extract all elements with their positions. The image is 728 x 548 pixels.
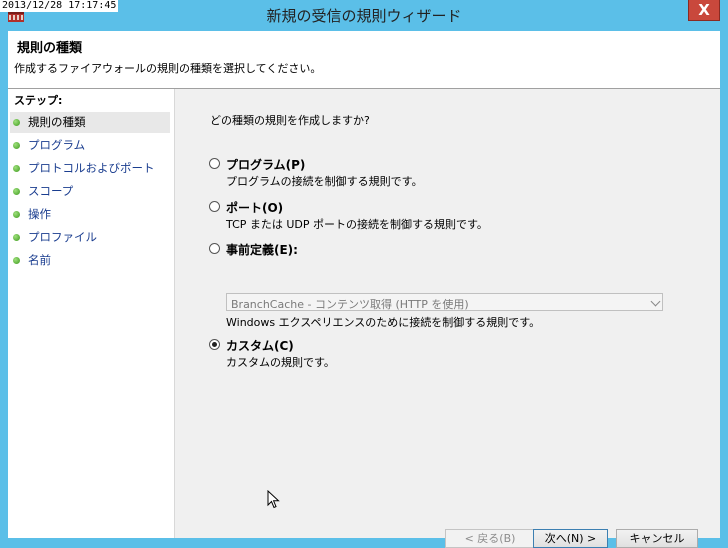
- step-status-icon: [13, 257, 20, 264]
- option-custom-desc: カスタムの規則です。: [226, 356, 335, 369]
- step-status-icon: [13, 142, 20, 149]
- option-port-desc: TCP または UDP ポートの接続を制御する規則です。: [226, 218, 488, 231]
- cancel-button[interactable]: キャンセル: [616, 529, 698, 548]
- step-profile[interactable]: プロファイル: [10, 227, 170, 248]
- page-title: 規則の種類: [17, 41, 83, 56]
- predefined-select: BranchCache - コンテンツ取得 (HTTP を使用): [226, 293, 663, 311]
- next-button[interactable]: 次へ(N) >: [533, 529, 608, 548]
- wizard-header: 規則の種類 作成するファイアウォールの規則の種類を選択してください。: [8, 31, 720, 89]
- radio-predefined[interactable]: [209, 243, 220, 254]
- option-program-desc: プログラムの接続を制御する規則です。: [226, 175, 423, 188]
- step-scope[interactable]: スコープ: [10, 181, 170, 202]
- step-label: プログラム: [28, 138, 86, 152]
- step-rule-type: 規則の種類: [10, 112, 170, 133]
- option-predefined-desc: Windows エクスペリエンスのために接続を制御する規則です。: [226, 316, 541, 329]
- wizard-window: 2013/12/28 17:17:45 新規の受信の規則ウィザード X 規則の種…: [0, 0, 728, 548]
- back-button[interactable]: < 戻る(B): [445, 529, 535, 548]
- step-protocol-port[interactable]: プロトコルおよびポート: [10, 158, 170, 179]
- chevron-down-icon: [650, 296, 661, 307]
- steps-heading: ステップ:: [14, 94, 63, 107]
- step-program[interactable]: プログラム: [10, 135, 170, 156]
- step-label: 規則の種類: [28, 115, 86, 129]
- page-subtitle: 作成するファイアウォールの規則の種類を選択してください。: [14, 62, 322, 75]
- step-name[interactable]: 名前: [10, 250, 170, 271]
- option-port-label[interactable]: ポート(O): [226, 199, 283, 216]
- option-custom-label[interactable]: カスタム(C): [226, 337, 294, 354]
- step-label: 名前: [28, 253, 51, 267]
- question-text: どの種類の規則を作成しますか?: [210, 114, 370, 127]
- step-status-icon: [13, 188, 20, 195]
- step-label: 操作: [28, 207, 51, 221]
- option-program-label[interactable]: プログラム(P): [226, 156, 305, 173]
- step-status-icon: [13, 119, 20, 126]
- step-label: プロファイル: [28, 230, 97, 244]
- close-button[interactable]: X: [688, 0, 720, 21]
- wizard-content: どの種類の規則を作成しますか? プログラム(P) プログラムの接続を制御する規則…: [175, 89, 720, 548]
- mouse-pointer-icon: [267, 490, 280, 509]
- radio-custom[interactable]: [209, 339, 220, 350]
- step-label: スコープ: [28, 184, 74, 198]
- radio-port[interactable]: [209, 201, 220, 212]
- window-title: 新規の受信の規則ウィザード: [266, 7, 462, 25]
- option-predefined-label[interactable]: 事前定義(E):: [226, 241, 298, 258]
- step-status-icon: [13, 234, 20, 241]
- step-action[interactable]: 操作: [10, 204, 170, 225]
- step-label: プロトコルおよびポート: [28, 161, 155, 175]
- radio-program[interactable]: [209, 158, 220, 169]
- step-status-icon: [13, 165, 20, 172]
- predefined-select-value: BranchCache - コンテンツ取得 (HTTP を使用): [231, 298, 469, 311]
- steps-sidebar: ステップ: 規則の種類 プログラム プロトコルおよびポート スコープ 操作 プロ…: [8, 89, 175, 538]
- wizard-client-area: 規則の種類 作成するファイアウォールの規則の種類を選択してください。 ステップ:…: [8, 31, 720, 548]
- title-bar[interactable]: 2013/12/28 17:17:45 新規の受信の規則ウィザード X: [0, 0, 728, 31]
- step-status-icon: [13, 211, 20, 218]
